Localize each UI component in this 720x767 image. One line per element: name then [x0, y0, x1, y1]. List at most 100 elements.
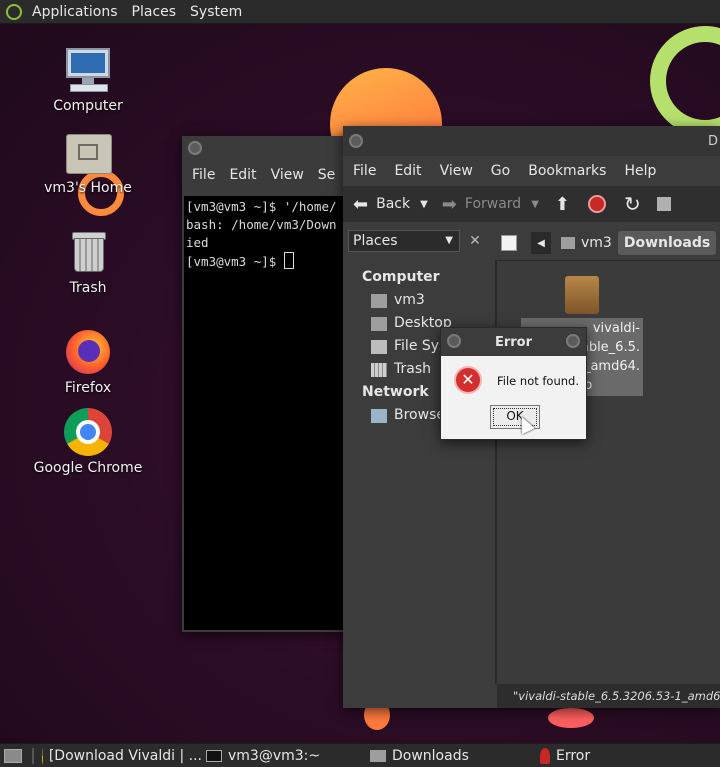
- path-bar: ◀ vm3 Downloads: [501, 230, 717, 256]
- terminal-menu-view[interactable]: View: [271, 167, 304, 183]
- desktop-icon-chrome[interactable]: Google Chrome: [33, 408, 143, 476]
- terminal-window[interactable]: File Edit View Se [vm3@vm3 ~]$ '/home/ba…: [182, 136, 362, 632]
- error-icon: [540, 747, 550, 764]
- terminal-output[interactable]: [vm3@vm3 ~]$ '/home/bash: /home/vm3/Down…: [184, 196, 362, 630]
- chevron-down-icon[interactable]: ▼: [420, 199, 428, 210]
- terminal-menu-edit[interactable]: Edit: [229, 167, 256, 183]
- taskbar-item-label: [Download Vivaldi | ...: [48, 747, 202, 764]
- sidebar-item-label: Browse: [394, 407, 445, 423]
- network-icon: [371, 408, 387, 423]
- menu-edit[interactable]: Edit: [394, 163, 421, 179]
- sidebar-item-label: File Sys: [394, 338, 447, 354]
- places-dropdown[interactable]: Places ▼: [348, 230, 460, 252]
- dialog-titlebar[interactable]: Error: [441, 328, 586, 356]
- firefox-icon: [64, 328, 112, 376]
- forward-button[interactable]: ➡ Forward ▼: [442, 194, 539, 215]
- trash-icon: [64, 228, 112, 276]
- sidebar-heading-computer: Computer: [362, 269, 440, 285]
- path-scroll-left-icon[interactable]: ◀: [531, 232, 551, 254]
- file-manager-menubar: File Edit View Go Bookmarks Help: [343, 156, 720, 186]
- distro-logo-icon[interactable]: [6, 3, 22, 20]
- chevron-down-icon: ▼: [445, 235, 453, 246]
- menu-help[interactable]: Help: [624, 163, 656, 179]
- terminal-titlebar[interactable]: [182, 136, 362, 160]
- window-close-button[interactable]: [349, 134, 363, 148]
- menu-applications[interactable]: Applications: [32, 4, 118, 20]
- places-sidebar: Computer vm3 Desktop File Sys Trash Netw…: [343, 260, 495, 684]
- dialog-message: File not found.: [497, 374, 580, 388]
- terminal-icon: [206, 749, 222, 762]
- back-button[interactable]: ⬅ Back ▼: [353, 194, 428, 215]
- stop-icon[interactable]: [588, 195, 606, 213]
- dialog-title: Error: [494, 334, 533, 350]
- status-bar: "vivaldi-stable_6.5.3206.53-1_amd64.deb": [497, 684, 720, 708]
- desktop-icon-label: Firefox: [64, 380, 112, 396]
- taskbar-item-error[interactable]: Error: [540, 744, 650, 767]
- path-crumb-downloads[interactable]: Downloads: [617, 231, 717, 255]
- terminal-prompt-line: [vm3@vm3 ~]$: [186, 252, 360, 271]
- desktop-icon-firefox[interactable]: Firefox: [33, 328, 143, 396]
- terminal-line: ied: [186, 235, 209, 250]
- desktop-folder-icon: [371, 316, 387, 331]
- chrome-icon: [64, 408, 112, 456]
- wallpaper-bottom-dot-2: [548, 708, 594, 728]
- desktop-icon-computer[interactable]: Computer: [33, 46, 143, 114]
- terminal-menu-file[interactable]: File: [192, 167, 215, 183]
- taskbar-item-browser[interactable]: [Download Vivaldi | ...: [42, 744, 202, 767]
- places-label: Places: [353, 233, 398, 249]
- window-close-button[interactable]: [188, 141, 202, 155]
- terminal-line: bash: /home/vm3/Down: [186, 217, 337, 232]
- window-close-button[interactable]: [447, 334, 461, 348]
- path-crumb-home[interactable]: vm3: [555, 231, 618, 255]
- folder-icon: [370, 749, 386, 762]
- desktop-icon-trash[interactable]: Trash: [33, 228, 143, 296]
- home-icon[interactable]: [656, 197, 671, 211]
- chrome-icon: [42, 747, 43, 764]
- forward-label: Forward: [464, 196, 522, 212]
- error-icon: ✕: [454, 366, 482, 394]
- window-maximize-button[interactable]: [566, 334, 580, 348]
- wallpaper-green-ring: [650, 26, 720, 136]
- menu-file[interactable]: File: [353, 163, 376, 179]
- error-dialog[interactable]: Error ✕ File not found. OK: [440, 327, 587, 440]
- menu-system[interactable]: System: [190, 4, 242, 20]
- chevron-down-icon[interactable]: ▼: [531, 199, 539, 210]
- desktop-icon-label: vm3's Home: [44, 180, 132, 196]
- sidebar-item-label: Trash: [394, 361, 431, 377]
- drive-icon: [371, 339, 387, 354]
- panel-separator: [32, 747, 34, 764]
- reload-icon[interactable]: ↻: [624, 192, 641, 216]
- sidebar-close-icon[interactable]: ✕: [464, 230, 486, 252]
- home-folder-icon: [371, 293, 387, 308]
- terminal-cursor: [283, 252, 294, 269]
- file-manager-titlebar[interactable]: D: [343, 126, 720, 156]
- menu-view[interactable]: View: [440, 163, 473, 179]
- terminal-menubar: File Edit View Se: [182, 160, 362, 190]
- window-title: D: [707, 134, 718, 149]
- terminal-line: [vm3@vm3 ~]$ '/home/: [186, 199, 337, 214]
- taskbar-item-label: Downloads: [392, 747, 469, 764]
- desktop-icon-home[interactable]: vm3's Home: [33, 128, 143, 196]
- top-panel: Applications Places System: [0, 0, 720, 24]
- terminal-prompt: [vm3@vm3 ~]$: [186, 254, 284, 269]
- computer-icon: [64, 46, 112, 94]
- package-icon: [565, 276, 599, 314]
- home-folder-icon: [561, 237, 575, 249]
- desktop-icon-label: Computer: [53, 98, 123, 114]
- up-icon[interactable]: ⬆: [555, 194, 570, 215]
- menu-places[interactable]: Places: [132, 4, 177, 20]
- forward-arrow-icon: ➡: [441, 193, 457, 215]
- taskbar-item-label: Error: [556, 747, 591, 764]
- taskbar-item-downloads[interactable]: Downloads: [370, 744, 536, 767]
- home-folder-icon: [64, 128, 112, 176]
- menu-bookmarks[interactable]: Bookmarks: [528, 163, 606, 179]
- taskbar-item-label: vm3@vm3:~: [228, 747, 321, 764]
- terminal-menu-search[interactable]: Se: [318, 167, 336, 183]
- bottom-panel: [Download Vivaldi | ... vm3@vm3:~ Downlo…: [0, 743, 720, 767]
- sidebar-item-label: vm3: [394, 292, 425, 308]
- taskbar-item-terminal[interactable]: vm3@vm3:~: [206, 744, 366, 767]
- show-desktop-icon[interactable]: [4, 748, 22, 763]
- sidebar-item-vm3[interactable]: vm3: [343, 289, 495, 312]
- edit-location-icon[interactable]: [501, 235, 517, 251]
- menu-go[interactable]: Go: [491, 163, 510, 179]
